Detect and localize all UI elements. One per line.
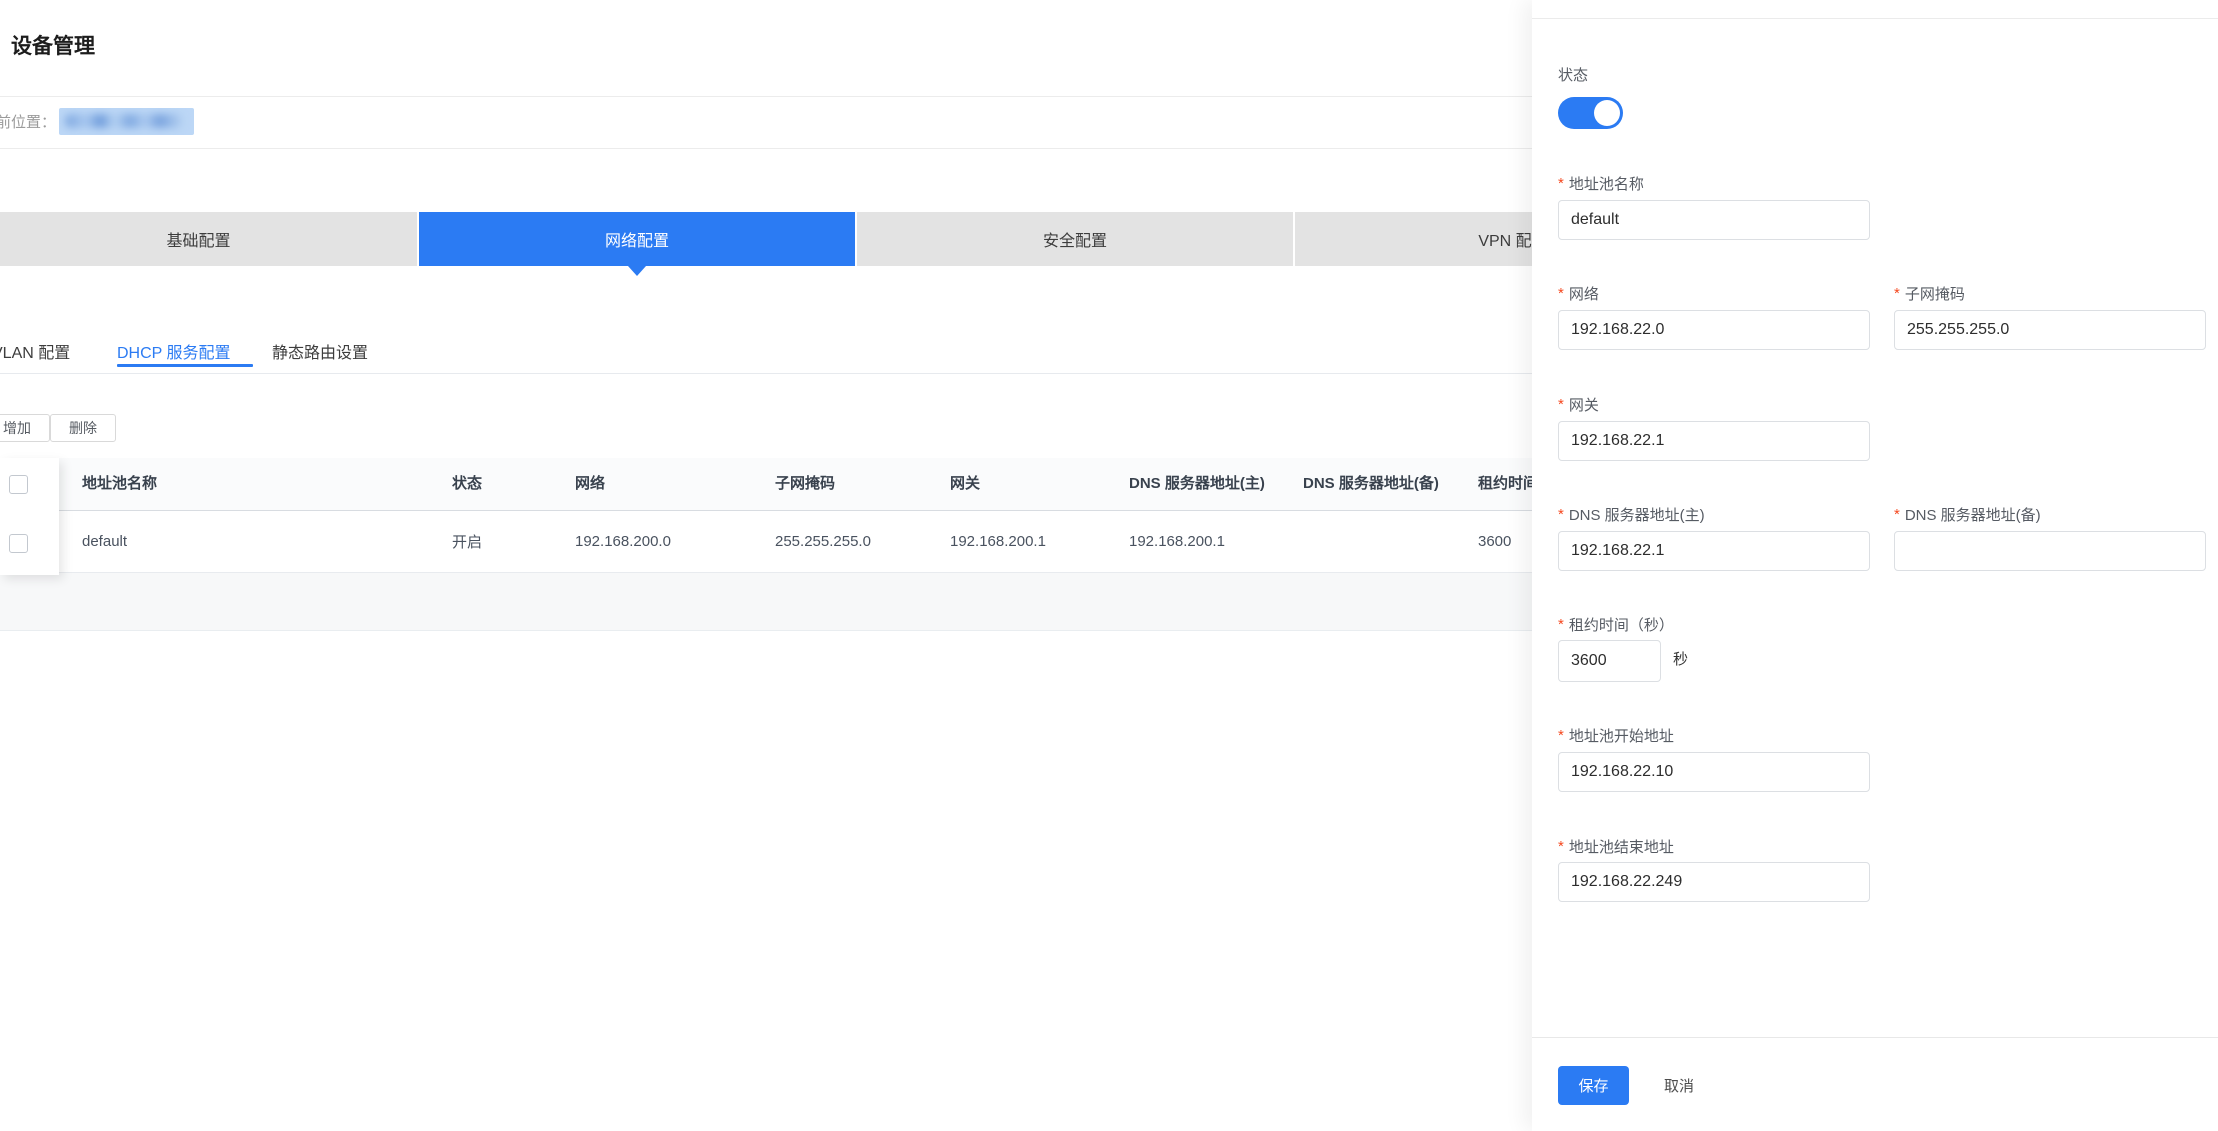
delete-button-label: 删除 (69, 418, 97, 438)
pool-name-input[interactable] (1558, 200, 1870, 240)
subtab-static-route[interactable]: 静态路由设置 (272, 336, 368, 366)
col-header-mask: 子网掩码 (775, 458, 935, 510)
cell-dns-secondary (1303, 511, 1458, 572)
active-subtab-underline (117, 364, 253, 367)
row-checkbox[interactable] (9, 534, 28, 553)
pool-end-label: * 地址池结束地址 (1558, 836, 1674, 857)
table-footer-band (0, 573, 1532, 631)
drawer-footer-divider (1532, 1037, 2218, 1038)
required-asterisk: * (1558, 838, 1564, 855)
tab-basic-config-label: 基础配置 (166, 227, 230, 251)
add-button[interactable]: 增加 (0, 414, 50, 442)
required-asterisk: * (1894, 285, 1900, 302)
network-label: * 网络 (1558, 283, 1599, 304)
delete-button[interactable]: 删除 (50, 414, 116, 442)
cancel-button-label: 取消 (1664, 1075, 1694, 1096)
tab-network-config-label: 网络配置 (605, 227, 669, 251)
breadcrumb: 当前位置： (0, 97, 1532, 149)
location-value-redacted (59, 108, 194, 135)
network-label-text: 网络 (1569, 283, 1599, 304)
cell-status: 开启 (452, 511, 562, 572)
drawer-top-divider (1532, 18, 2218, 19)
dns-secondary-label: * DNS 服务器地址(备) (1894, 504, 2041, 525)
cancel-button[interactable]: 取消 (1656, 1066, 1702, 1105)
gateway-label: * 网关 (1558, 394, 1599, 415)
lease-label-text: 租约时间（秒） (1569, 614, 1674, 635)
redacted-blur-blob (65, 114, 183, 128)
cell-network: 192.168.200.0 (575, 511, 760, 572)
table-fixed-checkbox-column (0, 458, 59, 575)
dns-secondary-label-text: DNS 服务器地址(备) (1905, 504, 2041, 525)
mask-input[interactable] (1894, 310, 2206, 350)
mask-label-text: 子网掩码 (1905, 283, 1965, 304)
network-input[interactable] (1558, 310, 1870, 350)
col-header-dns-secondary: DNS 服务器地址(备) (1303, 458, 1458, 510)
required-asterisk: * (1558, 616, 1564, 633)
status-toggle[interactable] (1558, 97, 1623, 129)
pool-start-input[interactable] (1558, 752, 1870, 792)
toggle-knob (1594, 100, 1620, 126)
subtab-dhcp-label: DHCP 服务配置 (117, 339, 231, 363)
cell-pool-name: default (82, 511, 442, 572)
pool-name-label: * 地址池名称 (1558, 173, 1644, 194)
cell-mask: 255.255.255.0 (775, 511, 935, 572)
tab-security-config-label: 安全配置 (1043, 227, 1107, 251)
col-header-status: 状态 (452, 458, 562, 510)
save-button-label: 保存 (1578, 1075, 1608, 1096)
breadcrumb-label: 当前位置： (0, 111, 56, 132)
select-all-checkbox[interactable] (9, 475, 28, 494)
col-header-gateway: 网关 (950, 458, 1115, 510)
tab-security-config[interactable]: 安全配置 (857, 212, 1293, 266)
dhcp-edit-drawer: 状态 * 地址池名称 * 网络 * 子网掩码 * 网关 * DNS 服务器地址(… (1532, 0, 2218, 1131)
subtab-dhcp-service[interactable]: DHCP 服务配置 (117, 336, 231, 366)
dns-primary-label: * DNS 服务器地址(主) (1558, 504, 1705, 525)
lease-label: * 租约时间（秒） (1558, 614, 1674, 635)
pool-end-label-text: 地址池结束地址 (1569, 836, 1674, 857)
required-asterisk: * (1558, 285, 1564, 302)
lease-input[interactable] (1558, 640, 1661, 682)
col-header-pool-name: 地址池名称 (82, 458, 442, 510)
col-header-dns-primary: DNS 服务器地址(主) (1129, 458, 1284, 510)
dns-secondary-input[interactable] (1894, 531, 2206, 571)
status-field-label: 状态 (1558, 64, 1588, 85)
active-tab-caret-icon (628, 266, 646, 276)
pool-start-label-text: 地址池开始地址 (1569, 725, 1674, 746)
status-label-text: 状态 (1558, 64, 1588, 85)
cell-dns-primary: 192.168.200.1 (1129, 511, 1284, 572)
pool-start-label: * 地址池开始地址 (1558, 725, 1674, 746)
save-button[interactable]: 保存 (1558, 1066, 1629, 1105)
cell-lease: 3600 (1478, 511, 1511, 572)
col-header-network: 网络 (575, 458, 760, 510)
required-asterisk: * (1558, 175, 1564, 192)
page-title: 设备管理 (11, 30, 95, 60)
required-asterisk: * (1558, 506, 1564, 523)
tab-network-config[interactable]: 网络配置 (419, 212, 855, 266)
mask-label: * 子网掩码 (1894, 283, 1965, 304)
tab-basic-config[interactable]: 基础配置 (0, 212, 417, 266)
gateway-label-text: 网关 (1569, 394, 1599, 415)
subtab-vlan-label: VLAN 配置 (0, 339, 70, 363)
lease-unit-label: 秒 (1673, 648, 1688, 669)
subtab-static-route-label: 静态路由设置 (272, 339, 368, 363)
page-header: 设备管理 (0, 0, 1532, 97)
device-management-page: 设备管理 当前位置： 基础配置 网络配置 安全配置 VPN 配置 VLAN 配置… (0, 0, 2218, 1131)
dns-primary-label-text: DNS 服务器地址(主) (1569, 504, 1705, 525)
subtab-divider (0, 373, 1532, 374)
add-button-label: 增加 (3, 418, 31, 438)
required-asterisk: * (1894, 506, 1900, 523)
required-asterisk: * (1558, 396, 1564, 413)
dns-primary-input[interactable] (1558, 531, 1870, 571)
subtab-vlan-config[interactable]: VLAN 配置 (0, 336, 70, 366)
pool-end-input[interactable] (1558, 862, 1870, 902)
pool-name-label-text: 地址池名称 (1569, 173, 1644, 194)
required-asterisk: * (1558, 727, 1564, 744)
cell-gateway: 192.168.200.1 (950, 511, 1115, 572)
gateway-input[interactable] (1558, 421, 1870, 461)
